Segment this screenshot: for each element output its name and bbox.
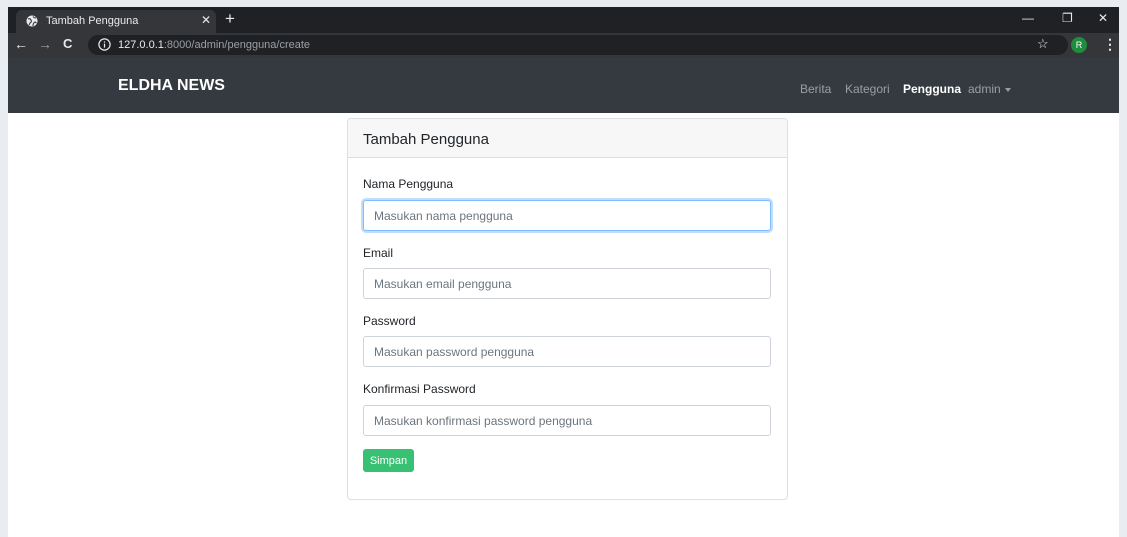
tab-title: Tambah Pengguna: [46, 15, 139, 27]
password-label: Password: [363, 314, 416, 328]
caret-down-icon: [1004, 87, 1011, 92]
address-bar[interactable]: 127.0.0.1:8000/admin/pengguna/create: [88, 35, 1068, 55]
user-dropdown[interactable]: admin: [968, 82, 1011, 96]
url-text: 127.0.0.1:8000/admin/pengguna/create: [118, 39, 310, 51]
nav-link-berita[interactable]: Berita: [800, 82, 831, 96]
star-icon[interactable]: ☆: [1037, 36, 1049, 52]
forward-arrow-icon[interactable]: →: [38, 36, 52, 52]
nav-link-pengguna[interactable]: Pengguna: [903, 82, 961, 96]
nav-link-kategori[interactable]: Kategori: [845, 82, 890, 96]
site-navbar: ELDHA NEWS Berita Kategori Pengguna admi…: [8, 57, 1119, 113]
window-close-icon[interactable]: ✕: [1098, 11, 1108, 25]
info-icon[interactable]: [98, 38, 111, 51]
card-title: Tambah Pengguna: [348, 119, 787, 158]
menu-dots-icon[interactable]: ⋮: [1103, 36, 1117, 52]
reload-icon[interactable]: C: [63, 36, 72, 52]
browser-tab[interactable]: Tambah Pengguna ✕: [16, 10, 216, 33]
confirm-password-label: Konfirmasi Password: [363, 382, 476, 396]
browser-window: Tambah Pengguna ✕ + — ❐ ✕ ← → C 127.0.0.…: [8, 7, 1119, 537]
site-brand[interactable]: ELDHA NEWS: [118, 77, 225, 95]
url-path: :8000/admin/pengguna/create: [163, 39, 311, 51]
tab-strip: Tambah Pengguna ✕ + — ❐ ✕: [8, 7, 1119, 33]
restore-icon[interactable]: ❐: [1062, 11, 1073, 25]
address-toolbar: ← → C 127.0.0.1:8000/admin/pengguna/crea…: [8, 33, 1119, 57]
profile-avatar[interactable]: R: [1071, 37, 1087, 53]
email-input[interactable]: [363, 268, 771, 299]
close-icon[interactable]: ✕: [201, 13, 211, 27]
confirm-password-input[interactable]: [363, 405, 771, 436]
email-label: Email: [363, 246, 394, 260]
user-dropdown-label: admin: [968, 82, 1001, 96]
url-host: 127.0.0.1: [118, 39, 164, 51]
back-arrow-icon[interactable]: ←: [14, 36, 28, 52]
minimize-icon[interactable]: —: [1022, 11, 1034, 25]
name-input[interactable]: [363, 200, 771, 231]
save-button[interactable]: Simpan: [363, 449, 414, 472]
password-input[interactable]: [363, 336, 771, 367]
plus-icon[interactable]: +: [225, 10, 235, 28]
name-label: Nama Pengguna: [363, 177, 454, 191]
create-user-card: Tambah Pengguna Nama Pengguna Email Pass…: [347, 118, 788, 500]
globe-icon: [26, 15, 38, 27]
